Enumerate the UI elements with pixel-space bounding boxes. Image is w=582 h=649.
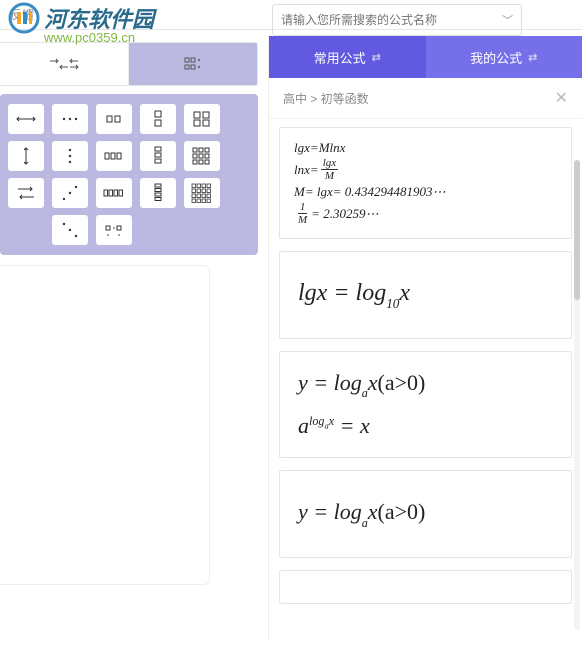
swap-icon: ⇄ (528, 51, 537, 64)
tab-my-formulas[interactable]: 我的公式 ⇄ (426, 36, 582, 78)
tab-label: 我的公式 (470, 48, 522, 67)
dots-diag-down-icon[interactable] (52, 215, 88, 245)
matrix-tool-active[interactable] (129, 43, 257, 85)
matrix-4x1-icon[interactable] (140, 178, 176, 208)
symbol-toolbar (0, 42, 258, 86)
search-input[interactable] (281, 13, 502, 27)
right-panel: 常用公式 ⇄ 我的公式 ⇄ 高中 > 初等函数 ✕ lgx = Mlnx lnx… (268, 36, 582, 641)
editor-canvas[interactable] (0, 265, 210, 585)
arrows-tool[interactable] (0, 43, 129, 85)
formula-card[interactable]: lgx = log10x (279, 251, 572, 339)
tab-common-formulas[interactable]: 常用公式 ⇄ (269, 36, 426, 78)
close-icon[interactable]: ✕ (555, 88, 568, 108)
matrix-3x1-icon[interactable] (140, 141, 176, 171)
arrow-ud-icon[interactable] (8, 141, 44, 171)
search-box[interactable]: ﹀ (272, 4, 522, 36)
formula-card[interactable]: lgx = Mlnx lnx = lgxM M = lgx = 0.434294… (279, 127, 572, 239)
matrix-4x4-icon[interactable] (184, 178, 220, 208)
left-panel (0, 36, 258, 641)
matrix-palette (0, 94, 258, 255)
arrow-lr-icon[interactable] (8, 104, 44, 134)
logo-icon (8, 2, 40, 34)
matrix-1x3-icon[interactable] (96, 141, 132, 171)
tab-label: 常用公式 (314, 48, 366, 67)
matrix-1x4-icon[interactable] (96, 178, 132, 208)
formula-card[interactable]: y = logax(a>0) alogax = x (279, 351, 572, 458)
formula-card[interactable]: y = logax(a>0) (279, 470, 572, 557)
dots-diag-up-icon[interactable] (52, 178, 88, 208)
matrix-2x2-icon[interactable] (184, 104, 220, 134)
formula-card[interactable] (279, 570, 572, 604)
arrow-swap-icon[interactable] (8, 178, 44, 208)
scrollbar[interactable] (574, 160, 580, 630)
scrollbar-thumb[interactable] (574, 160, 580, 300)
formula-tabs: 常用公式 ⇄ 我的公式 ⇄ (269, 36, 582, 78)
dots-h-icon[interactable] (52, 104, 88, 134)
formula-list[interactable]: lgx = Mlnx lnx = lgxM M = lgx = 0.434294… (269, 119, 582, 649)
dots-v-icon[interactable] (52, 141, 88, 171)
breadcrumb: 高中 > 初等函数 ✕ (269, 78, 582, 119)
matrix-expand-icon[interactable] (96, 215, 132, 245)
swap-icon: ⇄ (372, 51, 381, 64)
matrix-3x3-icon[interactable] (184, 141, 220, 171)
chevron-down-icon[interactable]: ﹀ (502, 12, 513, 28)
breadcrumb-path[interactable]: 高中 > 初等函数 (283, 90, 369, 107)
matrix-1x2-icon[interactable] (96, 104, 132, 134)
watermark-logo: 河东软件园 www.pc0359.cn (8, 2, 154, 45)
matrix-2x1-icon[interactable] (140, 104, 176, 134)
